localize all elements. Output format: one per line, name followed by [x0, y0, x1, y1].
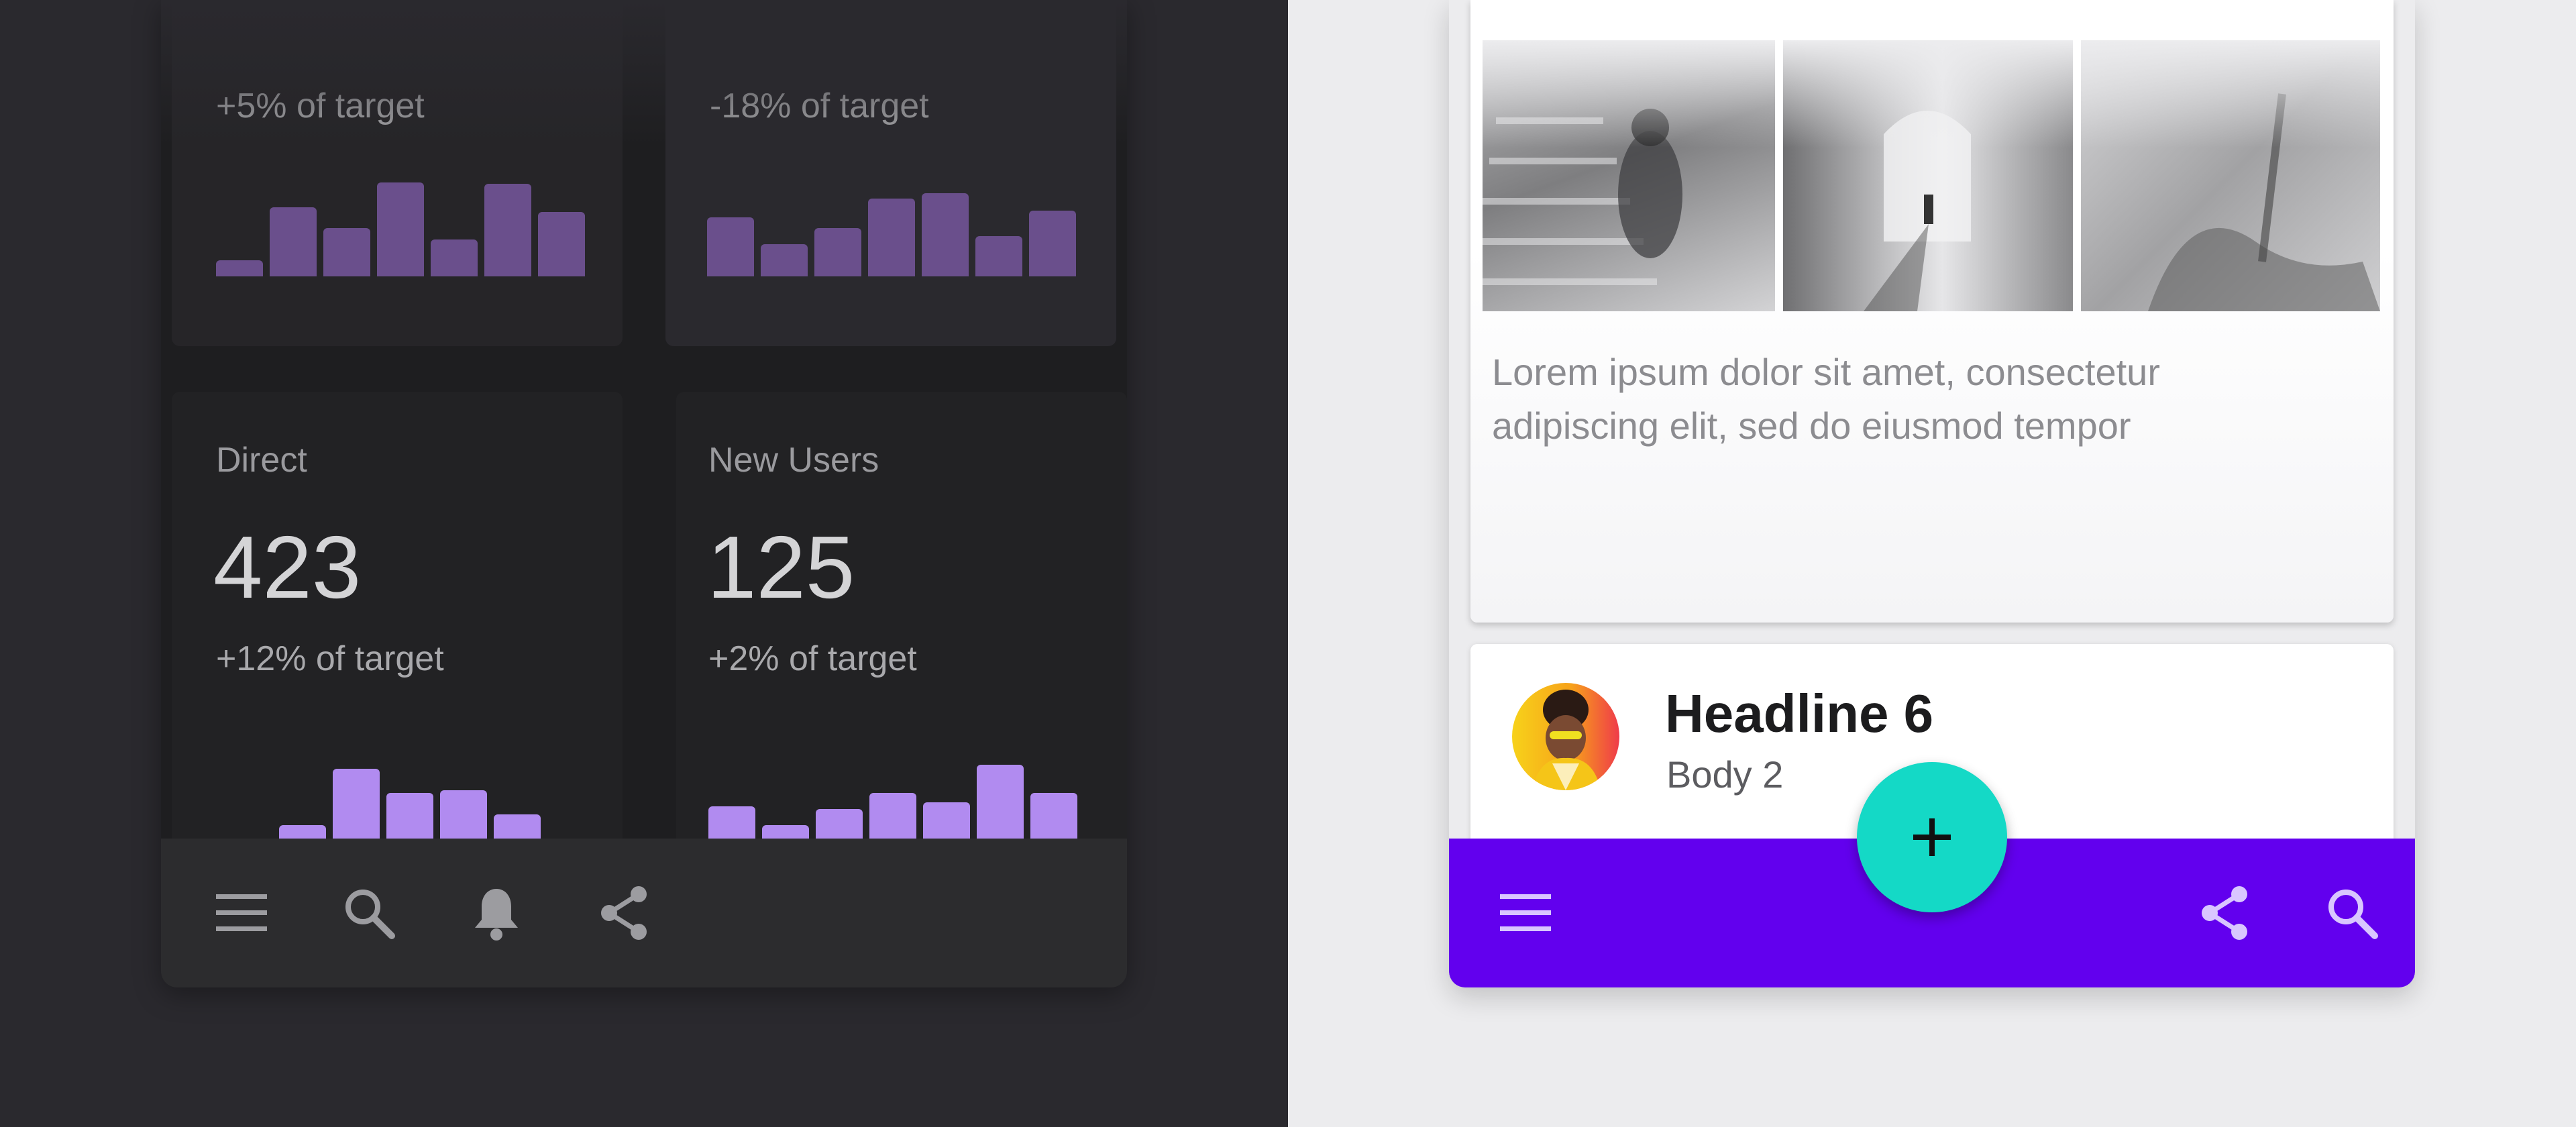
chart-bar — [333, 769, 380, 839]
chart-bar — [484, 184, 531, 276]
add-icon — [1913, 818, 1951, 856]
chart-bar — [538, 212, 585, 276]
avatar — [1512, 683, 1619, 790]
share-icon[interactable] — [2191, 879, 2258, 947]
stat-card-value: 423 — [213, 518, 362, 616]
stat-card-direct[interactable]: Direct 423 +12% of target — [172, 392, 623, 861]
chart-bar — [386, 793, 433, 839]
chart-bar — [816, 809, 863, 839]
stat-card-bar-chart — [216, 182, 585, 276]
stat-card-value: 125 — [707, 518, 855, 616]
chart-bar — [323, 228, 370, 276]
chart-bar — [270, 207, 317, 276]
chart-bar — [216, 260, 263, 276]
stat-card-subtitle: +2% of target — [708, 639, 917, 678]
chart-bar — [868, 199, 915, 276]
stat-card-label: New Users — [708, 441, 879, 480]
photo-stairs — [1483, 40, 1775, 311]
stat-card[interactable]: -18% of target — [665, 0, 1116, 346]
stat-card-bar-chart — [708, 765, 1077, 839]
stat-card-subtitle: -18% of target — [710, 87, 929, 125]
chart-bar — [707, 217, 754, 276]
chart-bar — [922, 193, 969, 276]
stat-card-subtitle: +5% of target — [216, 87, 425, 125]
stat-card-subtitle: +12% of target — [216, 639, 444, 678]
list-item-headline: Headline 6 — [1665, 684, 1934, 743]
dashboard-screen: +5% of target -18% of target Direct 423 … — [161, 0, 1127, 987]
stat-card[interactable]: +5% of target — [172, 0, 623, 346]
chart-bar — [377, 182, 424, 276]
chart-bar — [977, 765, 1024, 839]
menu-icon[interactable] — [1492, 879, 1559, 947]
share-icon[interactable] — [590, 879, 657, 947]
chart-bar — [869, 793, 916, 839]
chart-bar — [440, 790, 487, 839]
add-fab-button[interactable] — [1857, 762, 2007, 912]
chart-bar — [494, 814, 541, 839]
chart-bar — [431, 239, 478, 276]
bottom-app-bar — [161, 839, 1127, 987]
chart-bar — [708, 806, 755, 839]
stat-card-bar-chart — [707, 193, 1076, 276]
stat-card-label: Direct — [216, 441, 307, 480]
menu-icon[interactable] — [208, 879, 275, 947]
search-icon[interactable] — [2318, 879, 2385, 947]
chart-bar — [1029, 211, 1076, 276]
notification-bell-icon[interactable] — [463, 879, 530, 947]
search-icon[interactable] — [335, 879, 402, 947]
photo-alley — [1783, 40, 2073, 311]
dark-theme-panel: +5% of target -18% of target Direct 423 … — [0, 0, 1288, 1127]
chart-bar — [762, 825, 809, 839]
light-theme-panel: Lorem ipsum dolor sit amet, consectetur … — [1288, 0, 2576, 1127]
chart-bar — [279, 825, 326, 839]
chart-bar — [1030, 793, 1077, 839]
chart-bar — [923, 802, 970, 839]
chart-bar — [975, 236, 1022, 276]
photo-portrait — [2081, 40, 2380, 311]
image-card[interactable]: Lorem ipsum dolor sit amet, consectetur … — [1470, 0, 2394, 623]
card-supporting-text: Lorem ipsum dolor sit amet, consectetur … — [1492, 351, 2160, 447]
chart-bar — [761, 244, 808, 276]
list-item-body: Body 2 — [1666, 753, 1784, 796]
detail-screen: Lorem ipsum dolor sit amet, consectetur … — [1449, 0, 2415, 987]
chart-bar — [814, 228, 861, 276]
stat-card-bar-chart — [279, 769, 541, 839]
stat-card-new-users[interactable]: New Users 125 +2% of target — [676, 392, 1127, 861]
